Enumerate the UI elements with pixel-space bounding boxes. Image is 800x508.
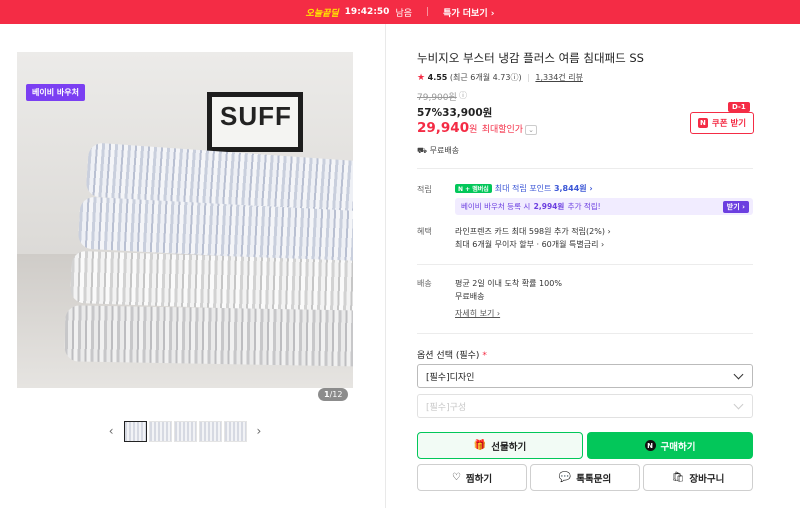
heart-icon: ♡ — [451, 472, 461, 483]
gift-button[interactable]: 🎁 선물하기 — [417, 432, 583, 459]
buy-button[interactable]: N 구매하기 — [587, 432, 753, 459]
benefit-label: 혜택 — [417, 227, 432, 236]
benefit-line-2[interactable]: 최대 6개월 무이자 할부 · 60개월 특별금리 › — [455, 239, 604, 250]
thumbnail[interactable] — [198, 420, 222, 442]
best-price-unit: 원 — [469, 125, 478, 135]
cart-button[interactable]: 🛍 장바구니 — [643, 464, 753, 491]
bed-pad — [70, 250, 353, 314]
truck-icon: ⛟ — [417, 146, 428, 155]
gift-icon: 🎁 — [473, 440, 487, 451]
naver-pay-icon: N — [644, 440, 656, 451]
discount-rate: 57% — [417, 107, 443, 119]
countdown-suffix: 남음 — [395, 8, 413, 19]
thumbnail[interactable] — [148, 420, 172, 442]
original-price: 79,900원 — [417, 93, 457, 103]
benefit-line-1[interactable]: 라인프렌즈 카드 최대 598원 추가 적립(2%) › — [455, 226, 611, 237]
points-text: 최대 적립 포인트 — [494, 184, 552, 193]
poster-text: SUFF — [220, 101, 292, 131]
sale-price: 57%33,900원 — [417, 105, 492, 120]
rating-row: ★ 4.55 (최근 6개월 4.73ⓘ) | 1,334건 리뷰 — [417, 72, 583, 83]
design-select-value: [필수]디자인 — [426, 372, 475, 383]
design-select[interactable]: [필수]디자인 — [417, 364, 753, 388]
chevron-down-icon — [733, 399, 744, 410]
thumbnail[interactable] — [123, 420, 147, 442]
cart-icon: 🛍 — [671, 472, 685, 483]
deal-banner: 오늘끝딜 19:42:50 남음 | 특가 더보기 › — [0, 0, 800, 24]
composition-select-value: [필수]구성 — [426, 402, 467, 413]
talk-label: 톡톡문의 — [576, 473, 612, 485]
countdown-time: 19:42:50 — [344, 7, 390, 17]
option-title: 옵션 선택 (필수) * — [417, 348, 487, 361]
naver-n-icon: N — [697, 118, 708, 128]
section-divider — [417, 168, 753, 169]
npay-membership-badge: N + 멤버십 — [455, 184, 492, 193]
thumbnail-strip: ‹ › — [0, 420, 370, 442]
baby-text-post: 추가 적립! — [567, 202, 601, 211]
points-label: 적립 — [417, 185, 432, 194]
baby-voucher-get-button[interactable]: 받기 › — [722, 201, 749, 213]
chevron-down-icon — [733, 369, 744, 380]
counter-total: /12 — [329, 390, 343, 399]
free-shipping-row: ⛟ 무료배송 — [417, 145, 459, 156]
star-icon: ★ — [417, 73, 426, 83]
product-main-image[interactable]: SUFF — [17, 52, 353, 388]
points-row[interactable]: N + 멤버십 최대 적립 포인트 3,844원 › — [455, 183, 593, 194]
product-title: 누비지오 부스터 냉감 플러스 여름 침대패드 SS — [417, 51, 644, 65]
rating-separator: | — [527, 73, 530, 82]
thumbnail[interactable] — [223, 420, 247, 442]
baby-amount: 2,994원 — [533, 202, 565, 211]
option-title-text: 옵션 선택 (필수) — [417, 351, 480, 361]
cart-label: 장바구니 — [689, 473, 725, 485]
baby-text-pre: 베이비 바우처 등록 시 — [461, 202, 531, 211]
chat-bubble-icon: 💬 — [558, 472, 572, 483]
points-value: 3,844원 › — [553, 184, 593, 193]
section-divider — [417, 264, 753, 265]
best-price-label: 최대할인가 — [481, 125, 524, 135]
shipping-line-2: 무료배송 — [455, 292, 485, 301]
rating-detail-end: ) — [518, 73, 522, 82]
next-arrow-icon[interactable]: › — [249, 424, 270, 438]
panel-divider — [385, 24, 386, 508]
review-count-link[interactable]: 1,334건 리뷰 — [535, 73, 583, 82]
sale-price-value: 33,900원 — [442, 107, 493, 119]
bed-pad — [64, 305, 353, 367]
more-deals-link[interactable]: 특가 더보기 › — [443, 6, 494, 19]
talk-button[interactable]: 💬 톡톡문의 — [530, 464, 640, 491]
coupon-dday-badge: D-1 — [728, 102, 750, 112]
composition-select[interactable]: [필수]구성 — [417, 394, 753, 418]
coupon-button[interactable]: N 쿠폰 받기 — [690, 112, 754, 134]
shipping-detail-link[interactable]: 자세히 보기 › — [455, 308, 500, 319]
section-divider — [417, 333, 753, 334]
best-price-value: 29,940 — [417, 120, 470, 136]
poster-frame: SUFF — [207, 92, 303, 152]
baby-voucher-badge: 베이비 바우처 — [26, 84, 85, 101]
shipping-label: 배송 — [417, 279, 432, 288]
required-mark: * — [482, 351, 487, 361]
shipping-line-1: 평균 2일 이내 도착 확률 100% — [455, 279, 562, 288]
prev-arrow-icon[interactable]: ‹ — [101, 424, 122, 438]
banner-separator: | — [426, 7, 430, 17]
wish-label: 찜하기 — [465, 473, 493, 485]
rating-detail: (최근 6개월 4.73 — [449, 73, 511, 82]
chevron-down-icon: ⌄ — [525, 125, 537, 135]
gallery-panel: SUFF 베이비 바우처 1/12 ‹ › — [0, 24, 385, 508]
best-price[interactable]: 29,940원 최대할인가 ⌄ — [417, 120, 537, 136]
wish-button[interactable]: ♡ 찜하기 — [417, 464, 527, 491]
price-info-icon[interactable]: ⓘ — [459, 90, 467, 101]
thumbnail[interactable] — [173, 420, 197, 442]
deal-label: 오늘끝딜 — [305, 8, 339, 19]
free-shipping-text: 무료배송 — [429, 146, 460, 155]
image-counter: 1/12 — [318, 388, 349, 401]
gift-label: 선물하기 — [491, 441, 527, 453]
rating-score: 4.55 — [427, 73, 448, 82]
buy-label: 구매하기 — [660, 441, 696, 453]
coupon-label: 쿠폰 받기 — [711, 119, 747, 129]
baby-voucher-banner: 베이비 바우처 등록 시 2,994원 추가 적립! 받기 › — [455, 198, 753, 215]
